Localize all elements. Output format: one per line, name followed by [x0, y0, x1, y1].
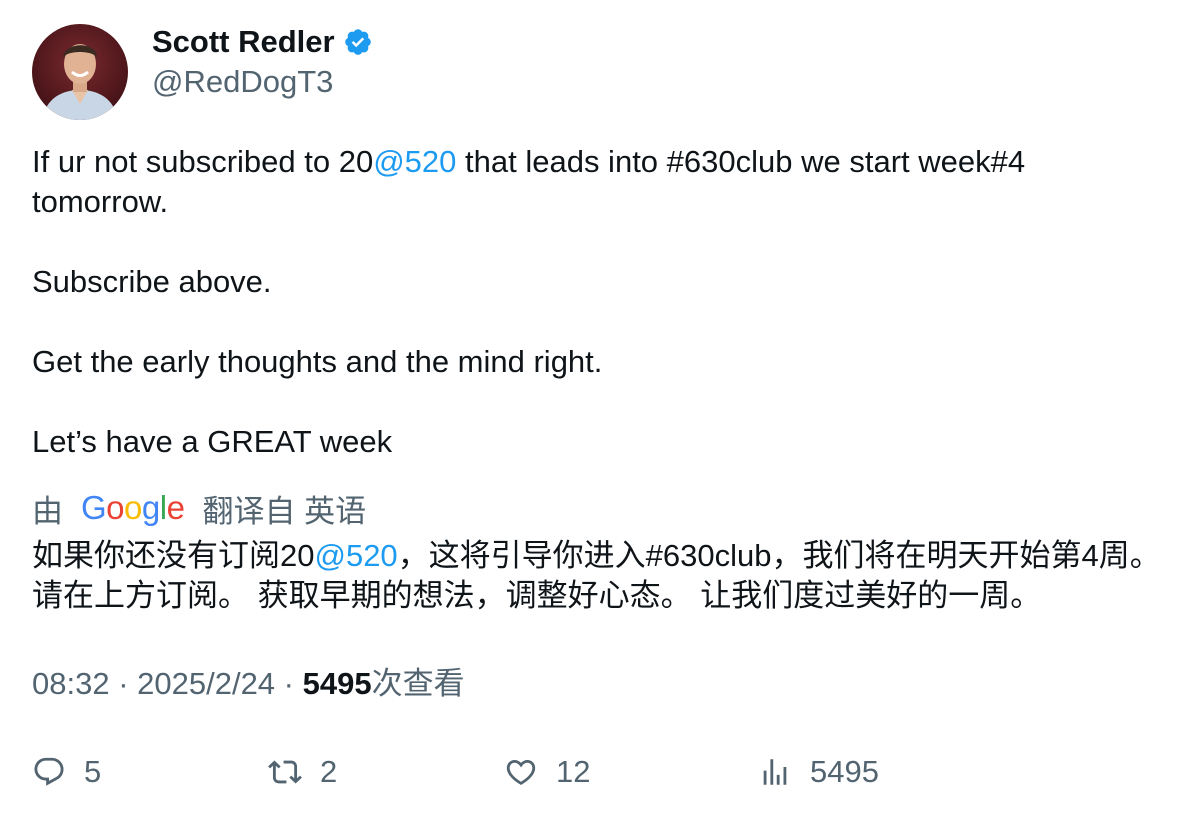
google-logo: Google — [81, 489, 185, 526]
views-button[interactable]: 5495 — [758, 750, 879, 794]
views-count: 5495 — [302, 666, 372, 701]
tweet-paragraph-2: Subscribe above. — [32, 264, 272, 299]
tweet-paragraph-1: If ur not subscribed to 20@520 that lead… — [32, 142, 1152, 222]
like-button[interactable]: 12 — [504, 750, 590, 794]
reply-count: 5 — [84, 754, 102, 789]
author-name-row: Scott Redler — [152, 22, 373, 62]
translated-from-label[interactable]: 翻译自 英语 — [202, 486, 366, 531]
reply-button[interactable]: 5 — [32, 750, 101, 794]
action-bar: 5 2 12 5495 — [32, 750, 1172, 794]
meta-separator: · — [109, 666, 138, 701]
tweet-paragraph-3: Get the early thoughts and the mind righ… — [32, 344, 603, 379]
tweet-text-segment: If ur not subscribed to 20 — [32, 144, 374, 179]
translation-by-label: 由 — [32, 493, 63, 529]
tweet-time[interactable]: 08:32 — [32, 666, 110, 701]
translated-text-segment: 如果你还没有订阅20 — [32, 538, 315, 573]
like-count: 12 — [556, 754, 591, 789]
translated-mention-link[interactable]: @520 — [314, 538, 397, 573]
retweet-button[interactable]: 2 — [268, 750, 337, 794]
retweet-count: 2 — [320, 754, 338, 789]
views-bar-chart-icon — [758, 755, 792, 789]
avatar-photo — [32, 24, 128, 120]
retweet-icon — [268, 755, 302, 789]
tweet-text: If ur not subscribed to 20@520 that lead… — [32, 142, 1152, 462]
translated-text: 如果你还没有订阅20@520，这将引导你进入#630club，我们将在明天开始第… — [32, 536, 1162, 616]
tweet-paragraph-4: Let’s have a GREAT week — [32, 424, 393, 459]
verified-badge-icon — [343, 27, 373, 57]
tweet-date[interactable]: 2025/2/24 — [137, 666, 275, 701]
author-display-name[interactable]: Scott Redler — [152, 24, 335, 60]
views-label: 次查看 — [371, 666, 465, 701]
mention-link[interactable]: @520 — [373, 144, 456, 179]
views-action-count: 5495 — [810, 754, 879, 789]
heart-icon — [504, 755, 538, 789]
tweet-meta: 08:32 · 2025/2/24 · 5495次查看 — [32, 664, 465, 704]
avatar[interactable] — [32, 24, 128, 120]
meta-separator: · — [275, 666, 303, 701]
author-handle[interactable]: @RedDogT3 — [152, 62, 333, 102]
reply-icon — [32, 755, 66, 789]
translation-credit: 由 Google 翻译自 英语 — [32, 486, 366, 530]
